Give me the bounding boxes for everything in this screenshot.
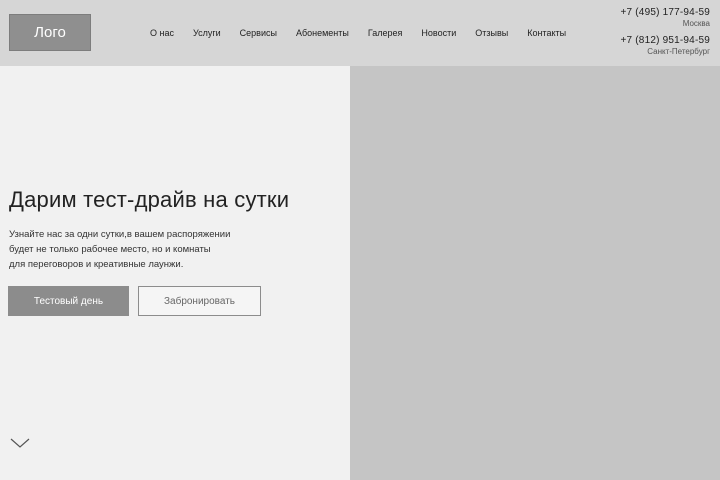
nav-item-services[interactable]: Услуги [193, 28, 221, 38]
hero-description-line: для переговоров и креативные лаунжи. [9, 259, 184, 270]
hero-content-panel [0, 66, 350, 480]
phone-moscow[interactable]: +7 (495) 177-94-59 [621, 7, 711, 19]
hero-title: Дарим тест-драйв на сутки [9, 187, 290, 212]
hero-description-line: будет не только рабочее место, но и комн… [9, 244, 211, 255]
hero-description: Узнайте нас за одни сутки,в вашем распор… [9, 227, 309, 272]
nav-item-news[interactable]: Новости [421, 28, 456, 38]
nav-item-gallery[interactable]: Галерея [368, 28, 403, 38]
main-nav: О нас Услуги Сервисы Абонементы Галерея … [150, 26, 585, 40]
book-button[interactable]: Забронировать [138, 286, 261, 316]
nav-item-service-tools[interactable]: Сервисы [240, 28, 277, 38]
phone-spb[interactable]: +7 (812) 951-94-59 [621, 35, 711, 47]
city-spb: Санкт-Петербург [647, 47, 710, 56]
nav-item-subscriptions[interactable]: Абонементы [296, 28, 349, 38]
nav-item-contacts[interactable]: Контакты [527, 28, 566, 38]
landing-page: Лого О нас Услуги Сервисы Абонементы Гал… [0, 0, 720, 480]
hero-image-placeholder [350, 66, 720, 480]
chevron-down-icon-svg [10, 438, 30, 448]
contacts-block: +7 (495) 177-94-59 Москва +7 (812) 951-9… [621, 7, 711, 63]
chevron-down-icon[interactable] [10, 436, 30, 450]
city-moscow: Москва [682, 19, 710, 28]
hero-description-line: Узнайте нас за одни сутки,в вашем распор… [9, 229, 231, 240]
logo[interactable]: Лого [9, 14, 91, 51]
header: Лого О нас Услуги Сервисы Абонементы Гал… [0, 0, 720, 66]
test-day-button[interactable]: Тестовый день [8, 286, 129, 316]
nav-item-about[interactable]: О нас [150, 28, 174, 38]
nav-item-reviews[interactable]: Отзывы [475, 28, 508, 38]
